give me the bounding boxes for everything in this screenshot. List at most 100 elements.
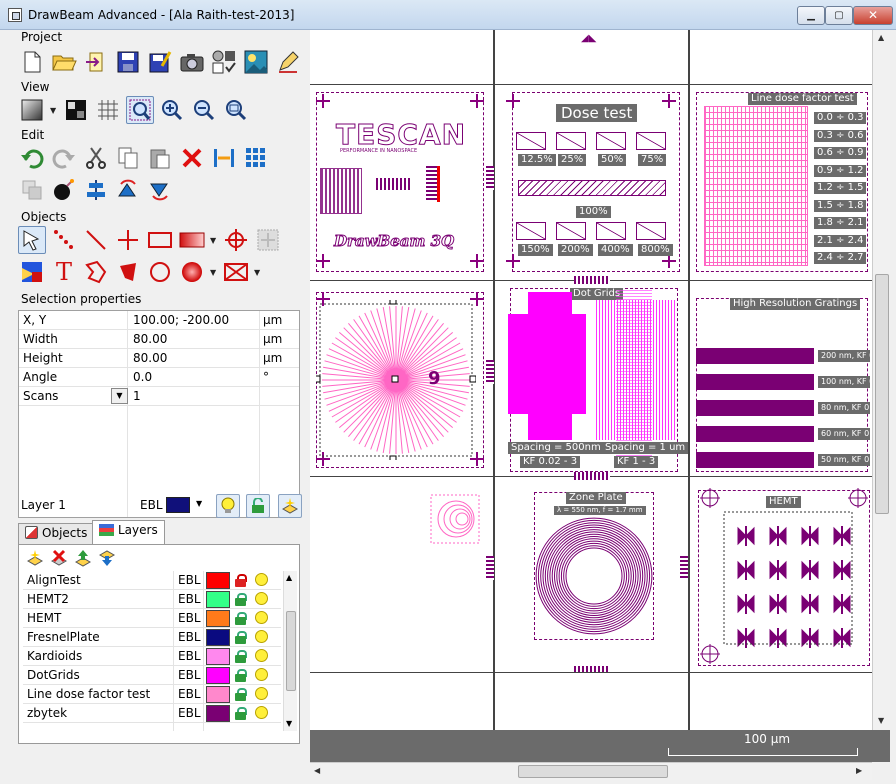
close-button[interactable]: ✕ [853,6,893,25]
layer-color-swatch[interactable] [206,705,230,722]
save-icon[interactable] [114,48,142,76]
property-row[interactable]: Scans ▼ 1 [19,387,299,406]
pointer-icon[interactable] [18,226,46,254]
scroll-thumb[interactable] [875,274,889,514]
array-icon[interactable] [242,144,270,172]
polygon-icon[interactable] [82,258,110,286]
scroll-left-icon[interactable]: ◀ [314,766,320,775]
image-icon[interactable] [242,48,270,76]
scans-dropdown[interactable]: ▼ [111,388,128,404]
group-icon[interactable] [18,176,46,204]
scroll-down-icon[interactable]: ▼ [286,719,292,728]
property-value[interactable]: 1 [133,389,141,403]
property-row[interactable]: Width 80.00 µm [19,330,299,349]
current-layer-color[interactable] [166,497,190,513]
undo-icon[interactable] [18,144,46,172]
layer-row[interactable]: HEMT2 EBL [23,590,281,609]
property-value[interactable]: 100.00; -200.00 [133,313,229,327]
lock-icon[interactable] [235,669,247,682]
delete-layer-icon[interactable] [49,549,69,569]
layer-row[interactable]: DotGrids EBL [23,666,281,685]
cross-icon[interactable] [114,226,142,254]
delete-icon[interactable] [178,144,206,172]
dots-icon[interactable] [50,226,78,254]
open-folder-icon[interactable] [50,48,78,76]
crosshair-icon[interactable] [222,226,250,254]
layer-row[interactable]: HEMT EBL [23,609,281,628]
line-icon[interactable] [82,226,110,254]
align-icon[interactable] [210,144,238,172]
lock-icon[interactable] [235,612,247,625]
cut-icon[interactable] [82,144,110,172]
cross-box-icon[interactable] [222,258,250,286]
rectangle-dropdown[interactable]: ▼ [210,226,218,254]
canvas-vertical-scrollbar[interactable]: ▲ ▼ [872,30,890,730]
layer-color-swatch[interactable] [206,686,230,703]
scroll-up-icon[interactable]: ▲ [878,33,884,42]
layer-down-icon[interactable] [97,549,117,569]
circle-icon[interactable] [146,258,174,286]
objects-checklist-icon[interactable] [210,48,238,76]
property-row[interactable]: Angle 0.0 ° [19,368,299,387]
current-layer-name[interactable]: Layer 1 [21,498,66,512]
lock-icon[interactable] [235,593,247,606]
scroll-up-icon[interactable]: ▲ [286,573,292,582]
layer-color-swatch[interactable] [206,572,230,589]
layer-properties-icon[interactable] [278,494,302,518]
property-value[interactable]: 80.00 [133,332,167,346]
dark-view-icon[interactable] [62,96,90,124]
layer-row[interactable]: Kardioids EBL [23,647,281,666]
paste-icon[interactable] [146,144,174,172]
layer-dropdown[interactable]: ▼ [196,499,202,508]
cross-box-dropdown[interactable]: ▼ [254,258,262,286]
bulb-icon[interactable] [255,611,268,624]
property-row[interactable]: X, Y 100.00; -200.00 µm [19,311,299,330]
property-value[interactable]: 80.00 [133,351,167,365]
redo-icon[interactable] [50,144,78,172]
scroll-thumb[interactable] [286,611,296,691]
design-canvas[interactable]: ◢◣ TESCAN PERFORMANCE IN NANOSPACE DrawB… [310,30,872,730]
import-icon[interactable] [82,48,110,76]
gradient-rectangle-icon[interactable] [178,226,206,254]
minimize-button[interactable]: ▁ [797,6,825,25]
scroll-down-icon[interactable]: ▼ [878,716,884,725]
bulb-icon[interactable] [255,573,268,586]
marker-icon[interactable] [254,226,282,254]
layer-color-swatch[interactable] [206,591,230,608]
shading-dropdown[interactable]: ▼ [50,96,58,124]
layer-color-swatch[interactable] [206,610,230,627]
layer-row[interactable]: Line dose factor test EBL [23,685,281,704]
layer-row[interactable]: FresnelPlate EBL [23,628,281,647]
bulb-icon[interactable] [255,668,268,681]
bulb-icon[interactable] [255,630,268,643]
bulb-icon[interactable] [255,592,268,605]
lock-icon[interactable] [235,688,247,701]
lock-icon[interactable] [235,707,247,720]
layer-list-scrollbar[interactable]: ▲ ▼ [283,571,297,731]
zoom-out-icon[interactable] [190,96,218,124]
copy-icon[interactable] [114,144,142,172]
gradient-circle-icon[interactable] [178,258,206,286]
add-layer-icon[interactable] [25,549,45,569]
layer-row[interactable]: zbytek EBL [23,704,281,723]
zoom-fit-icon[interactable] [222,96,250,124]
tab-objects[interactable]: Objects [18,523,95,545]
camera-icon[interactable] [178,48,206,76]
lock-icon[interactable] [246,494,270,518]
circle-dropdown[interactable]: ▼ [210,258,218,286]
layer-row[interactable]: AlignTest EBL [23,571,281,590]
zoom-to-selection-icon[interactable] [126,96,154,124]
bulb-icon[interactable] [255,649,268,662]
lock-icon[interactable] [235,631,247,644]
scroll-right-icon[interactable]: ▶ [856,766,862,775]
grid-icon[interactable] [94,96,122,124]
maximize-button[interactable]: ▢ [825,6,853,25]
property-row[interactable]: Height 80.00 µm [19,349,299,368]
property-value[interactable]: 0.0 [133,370,152,384]
tab-layers[interactable]: Layers [92,520,165,545]
layer-color-swatch[interactable] [206,667,230,684]
lock-icon[interactable] [235,650,247,663]
rectangle-icon[interactable] [146,226,174,254]
bulb-icon[interactable] [216,494,240,518]
bulb-icon[interactable] [255,687,268,700]
